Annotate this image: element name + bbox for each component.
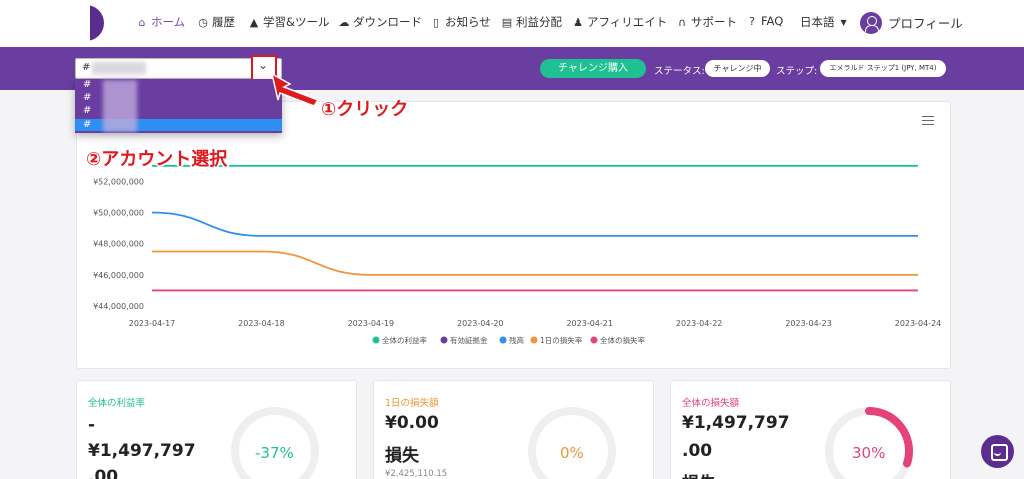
notice-icon: ▯: [432, 15, 440, 29]
stat-value-line: ¥0.00: [385, 413, 439, 433]
y-tick-label: ¥50,000,000: [93, 209, 144, 218]
legend-label[interactable]: 1日の損失率: [540, 335, 583, 345]
clock-icon: ◷: [198, 15, 208, 29]
stat-card-daily-loss: 1日の損失額 ¥0.00 損失 ¥2,425,110.15 0%: [373, 380, 654, 479]
home-icon: ⌂: [138, 15, 146, 29]
x-tick-label: 2023-04-23: [785, 319, 832, 328]
stat-value-line: .00: [682, 441, 713, 461]
avatar[interactable]: [860, 12, 882, 34]
progress-percent: 0%: [560, 444, 584, 462]
legend-marker: [499, 336, 507, 344]
status-label: ステータス:: [654, 66, 705, 77]
redacted-account-list: [103, 80, 137, 132]
money-icon: ▤: [501, 15, 513, 29]
account-option-label: #: [83, 119, 92, 130]
stat-value-line: -: [88, 415, 96, 435]
account-select-value: #: [82, 62, 91, 73]
nav-download[interactable]: ☁ ダウンロード: [338, 14, 423, 30]
stat-title: 全体の損失額: [682, 398, 740, 409]
step-badge: エメラルド ステップ1 (JPY, MT4): [820, 60, 946, 77]
stat-card-total-loss: 全体の損失額 ¥1,497,797 .00 損失 30%: [670, 380, 951, 479]
nav-download-label: ダウンロード: [353, 15, 422, 29]
nav-learning-tools-label: 学習&ツール: [263, 15, 330, 29]
x-tick-label: 2023-04-24: [895, 319, 942, 328]
annotation-step-click: ①クリック: [321, 99, 409, 120]
x-tick-label: 2023-04-19: [348, 319, 395, 328]
stat-value-line: .00: [88, 467, 119, 479]
stat-value-line: ¥1,497,797: [88, 441, 196, 461]
nav-faq-label: FAQ: [761, 14, 784, 28]
series-line-3: [151, 250, 918, 276]
x-tick-label: 2023-04-22: [676, 319, 723, 328]
nav-notices[interactable]: ▯ お知らせ: [430, 14, 491, 30]
stat-card-total-profit: 全体の利益率 - ¥1,497,797 .00 -37%: [76, 380, 357, 479]
legend-label[interactable]: 全体の損失率: [600, 335, 645, 345]
nav-history-label: 履歴: [212, 15, 235, 29]
language-label: 日本語: [800, 15, 835, 29]
caret-down-icon: ▼: [840, 17, 847, 27]
nav-support-label: サポート: [691, 15, 737, 29]
nav-support[interactable]: ∩ サポート: [676, 14, 737, 30]
language-selector[interactable]: 日本語 ▼: [800, 14, 847, 30]
top-navigation: ⌂ ホーム ◷ 履歴 ▲ 学習&ツール ☁ ダウンロード ▯ お知らせ ▤ 利益…: [0, 0, 1024, 47]
chat-support-button[interactable]: [981, 435, 1014, 468]
stat-title: 1日の損失額: [385, 398, 439, 409]
nav-home-label: ホーム: [151, 15, 186, 29]
annotation-step-select-account: ②アカウント選択: [86, 149, 228, 170]
account-option-label: #: [83, 79, 92, 90]
progress-ring: [231, 407, 319, 479]
stat-value-line: 損失: [385, 446, 419, 466]
stat-value-line: 損失: [682, 469, 716, 479]
y-tick-label: ¥48,000,000: [93, 240, 144, 249]
users-icon: ♟: [573, 15, 583, 29]
cloud-download-icon: ☁: [338, 15, 350, 29]
nav-profile[interactable]: プロフィール: [888, 13, 963, 32]
nav-affiliate[interactable]: ♟ アフィリエイト: [572, 14, 667, 30]
headset-icon: ∩: [677, 15, 687, 29]
legend-marker: [530, 336, 538, 344]
legend-marker: [590, 336, 598, 344]
legend-label[interactable]: 全体の利益率: [382, 335, 427, 345]
progress-ring: [825, 407, 913, 479]
nav-faq[interactable]: ? FAQ: [746, 14, 783, 28]
graduation-cap-icon: ▲: [249, 15, 259, 29]
redacted-account-number: [92, 62, 146, 74]
nav-learning-tools[interactable]: ▲ 学習&ツール: [248, 14, 330, 30]
question-icon: ?: [749, 14, 755, 28]
nav-affiliate-label: アフィリエイト: [587, 15, 668, 29]
account-option-label: #: [83, 105, 92, 116]
series-line-2: [151, 211, 918, 237]
account-line-chart: ¥44,000,000 ¥46,000,000 ¥48,000,000 ¥50,000…: [93, 164, 942, 345]
y-tick-label: ¥46,000,000: [93, 271, 144, 280]
nav-profit-share[interactable]: ▤ 利益分配: [501, 14, 562, 30]
nav-notices-label: お知らせ: [445, 15, 491, 29]
status-badge: チャレンジ中: [705, 60, 770, 77]
annotation-arrow-icon: [270, 72, 320, 107]
x-tick-label: 2023-04-17: [129, 319, 176, 328]
x-tick-label: 2023-04-21: [566, 319, 613, 328]
progress-percent: 30%: [852, 444, 886, 462]
legend-label[interactable]: 残高: [509, 335, 524, 345]
progress-ring: [528, 407, 616, 479]
stat-subvalue: ¥2,425,110.15: [385, 469, 448, 479]
step-label: ステップ:: [776, 66, 818, 77]
y-tick-label: ¥44,000,000: [93, 302, 144, 311]
nav-history[interactable]: ◷ 履歴: [197, 14, 235, 30]
nav-profit-share-label: 利益分配: [516, 15, 562, 29]
progress-percent: -37%: [255, 444, 294, 462]
y-tick-label: ¥52,000,000: [93, 177, 144, 186]
brand-logo[interactable]: [82, 5, 104, 41]
legend-marker: [372, 336, 380, 344]
x-tick-label: 2023-04-20: [457, 319, 504, 328]
x-tick-label: 2023-04-18: [238, 319, 285, 328]
account-option-label: #: [83, 92, 92, 103]
stat-value-line: ¥1,497,797: [682, 413, 790, 433]
stat-title: 全体の利益率: [88, 398, 146, 409]
nav-profile-label: プロフィール: [888, 16, 963, 31]
legend-label[interactable]: 有効証拠金: [450, 335, 488, 345]
nav-home[interactable]: ⌂ ホーム: [136, 14, 186, 30]
legend-marker: [440, 336, 448, 344]
purchase-challenge-button[interactable]: チャレンジ購入: [540, 59, 646, 78]
